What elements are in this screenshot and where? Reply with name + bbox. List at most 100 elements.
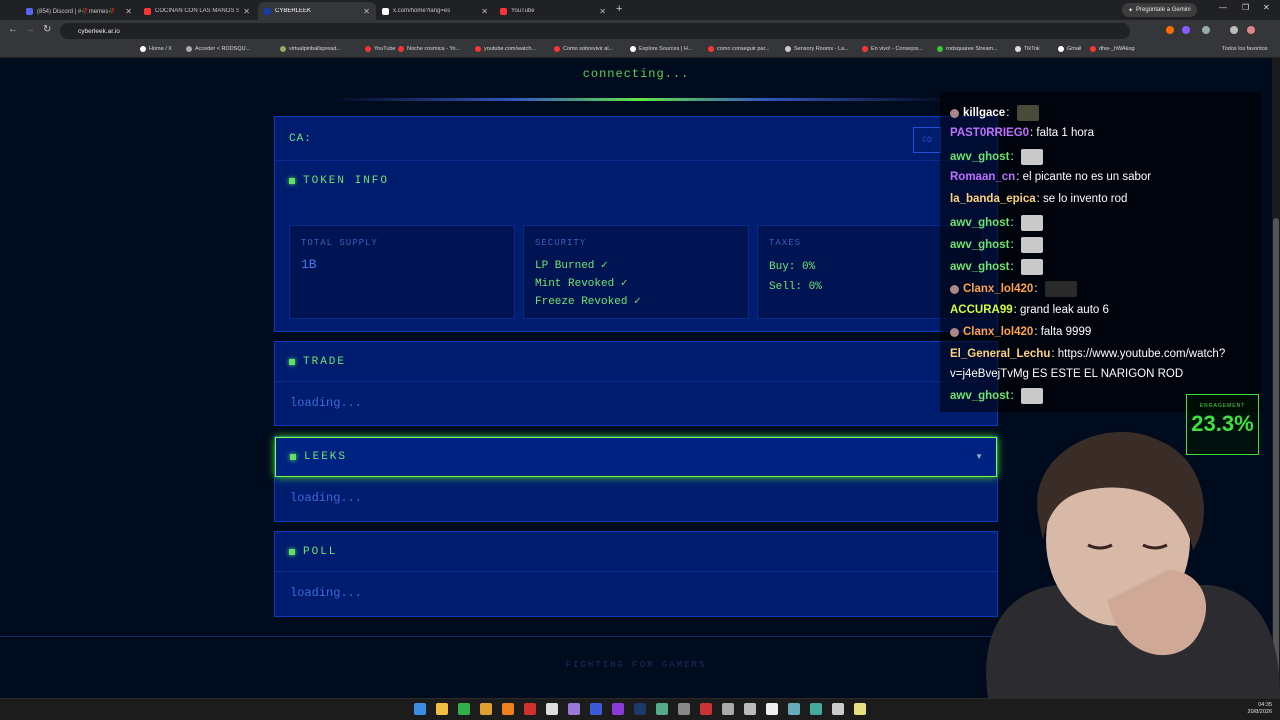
chat-username[interactable]: PAST0RRIEG0 [950,127,1029,139]
chat-username[interactable]: awv_ghost [950,239,1009,251]
bookmark-item[interactable]: TikTok [1015,46,1040,52]
bookmark-item[interactable]: youtube.com/watch... [475,46,536,52]
bookmark-item[interactable]: virtualpinballspread... [280,46,341,52]
app-icon[interactable] [546,703,558,715]
bookmark-item[interactable]: Gmail [1058,46,1081,52]
bookmark-item[interactable]: Acceder < RODSQU... [186,46,250,52]
clock-time: 04:35 [1258,702,1272,708]
extension-icon[interactable] [1182,26,1190,34]
leeks-loading: loading... [290,491,363,505]
chat-text: v=j4eBvejTvMg ES ESTE EL NARIGON ROD [950,368,1184,380]
chat-username[interactable]: awv_ghost [950,217,1009,229]
chat-username[interactable]: awv_ghost [950,390,1009,402]
copy-button[interactable]: CO [913,127,941,153]
tab-close-icon[interactable]: ✕ [481,7,488,16]
app-icon[interactable] [744,703,756,715]
bookmark-item[interactable]: Como sobrevivir al... [554,46,613,52]
app-icon[interactable] [700,703,712,715]
app-icon[interactable] [656,703,668,715]
search-icon[interactable] [502,703,514,715]
forward-icon[interactable]: → [25,24,35,35]
url-text: cyberleek.ar.io [78,27,120,35]
bookmark-item[interactable]: Explore Sources | H... [630,46,692,52]
bookmark-item[interactable]: En vivo! - Consejos... [862,46,923,52]
minimize-icon[interactable]: — [1219,3,1227,12]
bookmarks-bar: Home / X Acceder < RODSQU... virtualpinbal… [0,42,1280,58]
bookmark-label: TikTok [1024,46,1040,52]
tab-close-icon[interactable]: ✕ [599,7,606,16]
app-icon[interactable] [788,703,800,715]
maximize-icon[interactable]: ❐ [1242,3,1249,12]
token-info-header[interactable]: TOKEN INFO [275,161,997,201]
leeks-card: LEEKS ▼ loading... [274,436,998,522]
bookmark-favicon-icon [186,46,192,52]
chat-text: grand leak auto 6 [1020,304,1109,316]
app-icon[interactable] [810,703,822,715]
bookmark-item[interactable]: Home / X [140,46,172,52]
bookmark-item[interactable]: dhw-_hWAkog [1090,46,1135,52]
poll-header[interactable]: POLL [275,532,997,572]
extension-icon[interactable] [1166,26,1174,34]
chrome-icon[interactable] [480,703,492,715]
app-icon[interactable] [590,703,602,715]
bookmark-label: Gmail [1067,46,1082,52]
browser-tab[interactable]: YouTube ✕ [494,2,612,20]
back-icon[interactable]: ← [8,24,18,35]
chat-username[interactable]: la_banda_epica [950,193,1036,205]
bookmark-item[interactable]: Sensory Rooms - La... [785,46,849,52]
new-tab-button[interactable]: + [616,3,622,15]
chat-emote-icon [1016,105,1039,121]
tab-close-icon[interactable]: ✕ [243,7,250,16]
bookmark-favicon-icon [140,46,146,52]
bookmark-item[interactable]: Noche cosmica - Yo... [398,46,460,52]
chat-username[interactable]: Clanx_lol420 [963,283,1033,295]
bookmark-item[interactable]: como conseguir par... [708,46,770,52]
menu-icon[interactable] [1230,26,1238,34]
browser-tab[interactable]: (854) Discord | #🥀memes🥀 ✕ [20,2,138,20]
app-icon[interactable] [568,703,580,715]
user-badge-icon [950,108,959,118]
chat-username[interactable]: ACCURA99 [950,304,1013,316]
tab-label: x.com/home?lang=es [393,8,451,14]
gemini-label: Pregúntale a Gemini [1136,7,1191,13]
leeks-header[interactable]: LEEKS [275,437,997,477]
chat-message: ACCURA99: grand leak auto 6 [950,304,1109,316]
chat-username[interactable]: killgace [963,107,1005,119]
app-icon[interactable] [612,703,624,715]
all-bookmarks[interactable]: Todos los favoritos [1222,46,1268,52]
gemini-button[interactable]: ✦ Pregúntale a Gemini [1122,3,1197,17]
windows-start-icon[interactable] [414,703,426,715]
browser-tab[interactable]: COCINAN CON LAS MANOS SI... ✕ [138,2,256,20]
app-icon[interactable] [766,703,778,715]
chat-emote-icon [1044,281,1077,297]
chat-message: v=j4eBvejTvMg ES ESTE EL NARIGON ROD [950,368,1183,380]
app-icon[interactable] [832,703,844,715]
tab-close-icon[interactable]: ✕ [363,7,370,16]
app-icon[interactable] [524,703,536,715]
chat-username[interactable]: Clanx_lol420 [963,326,1033,338]
file-explorer-icon[interactable] [436,703,448,715]
app-icon[interactable] [854,703,866,715]
tab-close-icon[interactable]: ✕ [125,7,132,16]
app-icon[interactable] [722,703,734,715]
app-icon[interactable] [634,703,646,715]
close-window-icon[interactable]: ✕ [1263,3,1270,12]
security-item: Freeze Revoked ✓ [535,296,641,308]
leeks-title: LEEKS [304,451,348,463]
browser-tab[interactable]: CYBERLEEK ✕ [258,2,376,20]
trade-header[interactable]: TRADE [275,342,997,382]
browser-tab[interactable]: x.com/home?lang=es ✕ [376,2,494,20]
extensions-puzzle-icon[interactable] [1202,26,1210,34]
chat-username[interactable]: El_General_Lechu [950,348,1050,360]
chat-username[interactable]: awv_ghost [950,151,1009,163]
app-icon[interactable] [678,703,690,715]
chat-username[interactable]: awv_ghost [950,261,1009,273]
bookmark-item[interactable]: rodsquaree Stream... [937,46,998,52]
reload-icon[interactable]: ↻ [43,24,51,35]
address-bar[interactable]: cyberleek.ar.io [60,23,1130,39]
system-clock[interactable]: 04:35 20/8/2026 [1248,702,1272,716]
app-icon[interactable] [458,703,470,715]
profile-avatar[interactable] [1247,26,1255,34]
chat-username[interactable]: Romaan_cn [950,171,1015,183]
bookmark-item[interactable]: YouTube [365,46,396,52]
